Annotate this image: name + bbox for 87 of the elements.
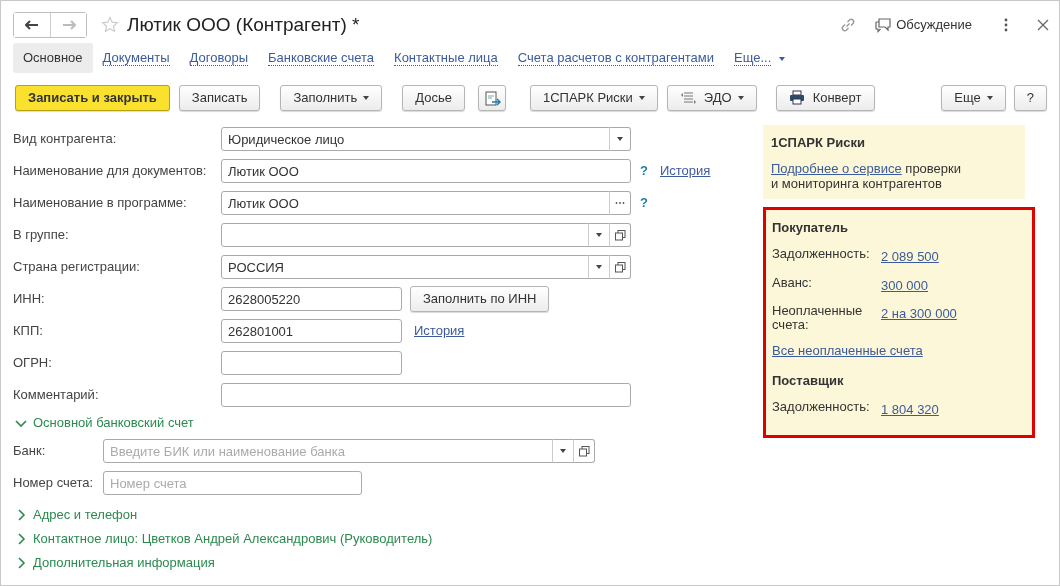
- input-field[interactable]: Лютик ООО: [221, 191, 610, 215]
- help-link[interactable]: ?: [640, 193, 648, 213]
- group-title: Покупатель: [772, 218, 849, 237]
- toolbar-button[interactable]: Досье: [402, 85, 465, 111]
- discussion-button[interactable]: Обсуждение: [873, 14, 973, 36]
- toolbar-button[interactable]: ?: [1013, 85, 1047, 111]
- dropdown-button[interactable]: [588, 255, 610, 279]
- tab[interactable]: Счета расчетов с контрагентами: [507, 43, 725, 73]
- tab[interactable]: Контактные лица: [384, 43, 508, 73]
- chat-icon: [874, 17, 893, 33]
- field-label: Номер счета:: [13, 474, 95, 493]
- toolbar-button[interactable]: 1СПАРК Риски: [529, 85, 658, 111]
- help-link[interactable]: ?: [640, 161, 648, 181]
- input-field[interactable]: 262801001: [221, 319, 402, 343]
- field-label: Банк:: [13, 442, 47, 461]
- input-field[interactable]: Номер счета: [103, 471, 362, 495]
- service-link[interactable]: Подробнее о сервисе: [771, 160, 902, 176]
- chevron-right-icon: [15, 557, 27, 569]
- star-icon[interactable]: [101, 16, 119, 34]
- amount-link[interactable]: 300 000: [881, 275, 928, 295]
- dropdown-button[interactable]: [588, 223, 610, 247]
- toolbar-button[interactable]: Записать: [178, 85, 261, 111]
- input-field[interactable]: РОССИЯ: [221, 255, 589, 279]
- tab[interactable]: Еще...: [724, 43, 796, 73]
- invoices-link[interactable]: Все неоплаченные счета: [772, 341, 923, 361]
- toolbar-button[interactable]: Еще: [941, 85, 1006, 111]
- input-field[interactable]: [221, 351, 402, 375]
- amount-label: Неоплаченные счета:: [772, 304, 864, 332]
- open-button[interactable]: [573, 439, 595, 463]
- windows-icon: [614, 261, 626, 273]
- section-toggle[interactable]: Адрес и телефон: [1, 503, 138, 527]
- input-field[interactable]: [221, 223, 589, 247]
- dropdown-button[interactable]: [609, 127, 631, 151]
- toolbar-button[interactable]: ЭДО: [666, 85, 757, 111]
- dropdown-button[interactable]: [552, 439, 574, 463]
- field-label: Наименование в программе:: [13, 194, 188, 213]
- open-button[interactable]: [609, 223, 631, 247]
- windows-icon: [614, 229, 626, 241]
- ellipsis-icon: [615, 201, 625, 205]
- amount-label: Аванс:: [772, 275, 813, 292]
- windows-icon: [578, 445, 590, 457]
- amount-label: Задолженность:: [772, 400, 871, 416]
- window-title: Лютик ООО (Контрагент) *: [127, 12, 360, 37]
- choice-button[interactable]: [609, 191, 631, 215]
- field-label: КПП:: [13, 322, 44, 341]
- field-label: Комментарий:: [13, 386, 100, 405]
- toolbar-button[interactable]: Записать и закрыть: [15, 85, 170, 111]
- input-field[interactable]: Введите БИК или наименование банка: [103, 439, 553, 463]
- section-toggle[interactable]: Контактное лицо: Цветков Андрей Александрович (Руководитель): [1, 527, 433, 551]
- chevron-right-icon: [15, 509, 27, 521]
- input-field[interactable]: Юридическое лицо: [221, 127, 610, 151]
- chevron-down-icon: [15, 417, 27, 429]
- chevron-right-icon: [15, 533, 27, 545]
- tab[interactable]: Основное: [13, 43, 93, 73]
- field-label: Страна регистрации:: [13, 258, 141, 277]
- amount-link[interactable]: 1 804 320: [881, 400, 939, 420]
- section-toggle[interactable]: Основной банковский счет: [1, 411, 194, 435]
- open-button[interactable]: [609, 255, 631, 279]
- document-button[interactable]: [477, 85, 506, 111]
- panel-title: 1СПАРК Риски: [771, 134, 866, 152]
- amount-link[interactable]: 2 089 500: [881, 247, 939, 267]
- close-icon[interactable]: [1037, 19, 1049, 31]
- field-label: ОГРН:: [13, 354, 53, 373]
- tab[interactable]: Документы: [92, 43, 180, 73]
- arrow-left-icon: [25, 20, 39, 30]
- arrow-right-icon: [61, 20, 76, 30]
- service-text: Подробнее о сервисе проверки и мониторинга контрагентов: [771, 160, 962, 191]
- field-label: ИНН:: [13, 290, 46, 309]
- section-toggle[interactable]: Дополнительная информация: [1, 551, 215, 575]
- toolbar-button[interactable]: Заполнить: [280, 85, 383, 111]
- group-title: Поставщик: [772, 371, 845, 390]
- input-field[interactable]: 2628005220: [221, 287, 402, 311]
- history-link[interactable]: История: [414, 321, 465, 341]
- history-link[interactable]: История: [659, 161, 711, 181]
- toolbar-button[interactable]: Конверт: [775, 85, 875, 111]
- more-icon[interactable]: [1003, 17, 1009, 33]
- field-label: Наименование для документов:: [13, 162, 208, 181]
- field-label: В группе:: [13, 226, 70, 245]
- tab[interactable]: Договоры: [179, 43, 259, 73]
- fill-button[interactable]: Заполнить по ИНН: [410, 286, 550, 312]
- amount-link[interactable]: 2 на 300 000: [881, 304, 957, 332]
- input-field[interactable]: Лютик ООО: [221, 159, 631, 183]
- amount-label: Задолженность:: [772, 247, 871, 263]
- document-icon: [482, 89, 501, 107]
- field-label: Вид контрагента:: [13, 130, 118, 149]
- tab[interactable]: Банковские счета: [258, 43, 385, 73]
- input-field[interactable]: [221, 383, 631, 407]
